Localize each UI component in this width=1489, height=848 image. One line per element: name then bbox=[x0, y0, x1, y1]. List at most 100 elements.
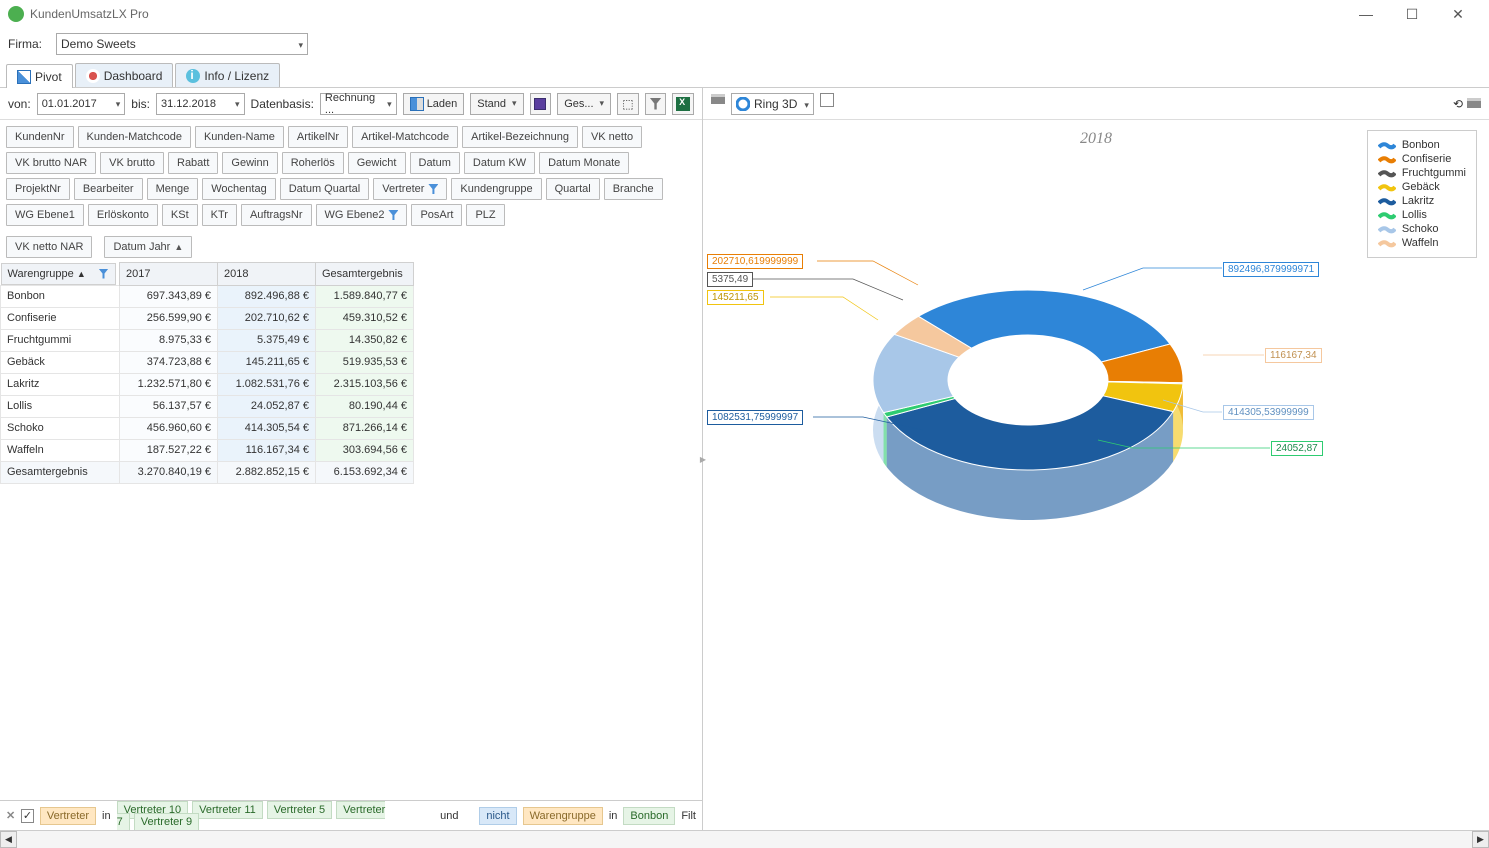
tab-dashboard[interactable]: Dashboard bbox=[75, 63, 174, 87]
legend-item: Waffeln bbox=[1378, 237, 1466, 249]
legend-item: Schoko bbox=[1378, 223, 1466, 235]
legend-swatch bbox=[1378, 210, 1396, 220]
field-gewinn[interactable]: Gewinn bbox=[222, 152, 277, 174]
dashboard-icon bbox=[86, 69, 100, 83]
toolbar-btn-a[interactable]: ⬚ bbox=[617, 93, 639, 115]
field-artikelnr[interactable]: ArtikelNr bbox=[288, 126, 348, 148]
col-total[interactable]: Gesamtergebnis bbox=[316, 263, 414, 286]
field-wg-ebene2[interactable]: WG Ebene2 bbox=[316, 204, 408, 226]
col-2018[interactable]: 2018 bbox=[218, 263, 316, 286]
chart-type-combo[interactable]: Ring 3D bbox=[731, 93, 814, 115]
chart-print2-button[interactable] bbox=[1467, 97, 1481, 111]
field-quartal[interactable]: Quartal bbox=[546, 178, 600, 200]
table-row[interactable]: Confiserie256.599,90 €202.710,62 €459.31… bbox=[1, 307, 414, 329]
laden-button[interactable]: Laden bbox=[403, 93, 465, 115]
table-row[interactable]: Bonbon697.343,89 €892.496,88 €1.589.840,… bbox=[1, 285, 414, 307]
field-projektnr[interactable]: ProjektNr bbox=[6, 178, 70, 200]
field-kst[interactable]: KSt bbox=[162, 204, 198, 226]
legend-item: Gebäck bbox=[1378, 181, 1466, 193]
row-field-header[interactable]: Warengruppe ▲ bbox=[1, 263, 116, 285]
field-roherlös[interactable]: Roherlös bbox=[282, 152, 344, 174]
chart-toolbar: Ring 3D ⟲ bbox=[703, 88, 1489, 120]
ges-button[interactable]: Ges... bbox=[557, 93, 611, 115]
table-row[interactable]: Schoko456.960,60 €414.305,54 €871.266,14… bbox=[1, 417, 414, 439]
measure-field[interactable]: VK netto NAR bbox=[6, 236, 92, 258]
filter-clear-button[interactable]: ✕ bbox=[6, 809, 15, 822]
filter-in-2: in bbox=[609, 810, 618, 822]
filter-value-wg[interactable]: Bonbon bbox=[623, 807, 675, 825]
excel-export-button[interactable] bbox=[672, 93, 694, 115]
field-artikel-bezeichnung[interactable]: Artikel-Bezeichnung bbox=[462, 126, 578, 148]
von-date-input[interactable]: 01.01.2017 bbox=[37, 93, 126, 115]
save-button[interactable] bbox=[530, 93, 552, 115]
field-datum-quartal[interactable]: Datum Quartal bbox=[280, 178, 370, 200]
pivot-table: Warengruppe ▲ 2017 2018 Gesamtergebnis B… bbox=[0, 262, 702, 800]
field-wochentag[interactable]: Wochentag bbox=[202, 178, 275, 200]
field-vk-brutto[interactable]: VK brutto bbox=[100, 152, 164, 174]
field-vk-brutto-nar[interactable]: VK brutto NAR bbox=[6, 152, 96, 174]
field-auftragsnr[interactable]: AuftragsNr bbox=[241, 204, 312, 226]
filter-value[interactable]: Vertreter 9 bbox=[134, 813, 199, 831]
filter-nicht[interactable]: nicht bbox=[479, 807, 516, 825]
field-ktr[interactable]: KTr bbox=[202, 204, 237, 226]
chart-checkbox[interactable] bbox=[820, 93, 834, 107]
label-lollis: 24052,87 bbox=[1271, 441, 1323, 456]
datenbasis-combo[interactable]: Rechnung ... bbox=[320, 93, 397, 115]
table-row[interactable]: Lakritz1.232.571,80 €1.082.531,76 €2.315… bbox=[1, 373, 414, 395]
field-datum-monate[interactable]: Datum Monate bbox=[539, 152, 629, 174]
filter-checkbox[interactable]: ✓ bbox=[21, 809, 34, 823]
minimize-button[interactable]: — bbox=[1343, 0, 1389, 28]
filter-value[interactable]: Vertreter 11 bbox=[192, 801, 263, 819]
field-posart[interactable]: PosArt bbox=[411, 204, 462, 226]
field-vk-netto[interactable]: VK netto bbox=[582, 126, 642, 148]
right-pane: ▶ Ring 3D ⟲ 2018 BonbonConfiserieFruchtg… bbox=[703, 88, 1489, 830]
field-artikel-matchcode[interactable]: Artikel-Matchcode bbox=[352, 126, 458, 148]
field-gewicht[interactable]: Gewicht bbox=[348, 152, 406, 174]
field-kundennr[interactable]: KundenNr bbox=[6, 126, 74, 148]
filter-source-2[interactable]: Warengruppe bbox=[523, 807, 603, 825]
field-kundengruppe[interactable]: Kundengruppe bbox=[451, 178, 541, 200]
chart-print-button[interactable] bbox=[711, 93, 725, 115]
column-field[interactable]: Datum Jahr ▲ bbox=[104, 236, 192, 258]
stand-button[interactable]: Stand bbox=[470, 93, 523, 115]
field-bearbeiter[interactable]: Bearbeiter bbox=[74, 178, 143, 200]
table-total-row: Gesamtergebnis3.270.840,19 €2.882.852,15… bbox=[1, 461, 414, 483]
filter-source-1[interactable]: Vertreter bbox=[40, 807, 96, 825]
field-rabatt[interactable]: Rabatt bbox=[168, 152, 218, 174]
col-2017[interactable]: 2017 bbox=[120, 263, 218, 286]
field-branche[interactable]: Branche bbox=[604, 178, 663, 200]
filter-bar: ✕ ✓ Vertreter in Vertreter 10Vertreter 1… bbox=[0, 800, 702, 830]
print-icon bbox=[1467, 98, 1481, 108]
table-row[interactable]: Gebäck374.723,88 €145.211,65 €519.935,53… bbox=[1, 351, 414, 373]
tab-info[interactable]: Info / Lizenz bbox=[175, 63, 280, 87]
filter-button[interactable] bbox=[645, 93, 667, 115]
scroll-right-button[interactable]: ▶ bbox=[1472, 831, 1489, 848]
table-row[interactable]: Lollis56.137,57 €24.052,87 €80.190,44 € bbox=[1, 395, 414, 417]
info-icon bbox=[186, 69, 200, 83]
excel-icon bbox=[676, 97, 690, 111]
field-menge[interactable]: Menge bbox=[147, 178, 199, 200]
table-row[interactable]: Waffeln187.527,22 €116.167,34 €303.694,5… bbox=[1, 439, 414, 461]
field-erlöskonto[interactable]: Erlöskonto bbox=[88, 204, 158, 226]
table-row[interactable]: Fruchtgummi8.975,33 €5.375,49 €14.350,82… bbox=[1, 329, 414, 351]
firma-row: Firma: Demo Sweets bbox=[0, 28, 1489, 60]
field-vertreter[interactable]: Vertreter bbox=[373, 178, 447, 200]
field-wg-ebene1[interactable]: WG Ebene1 bbox=[6, 204, 84, 226]
field-kunden-matchcode[interactable]: Kunden-Matchcode bbox=[78, 126, 191, 148]
pivot-icon bbox=[17, 70, 31, 84]
field-plz[interactable]: PLZ bbox=[466, 204, 504, 226]
field-datum[interactable]: Datum bbox=[410, 152, 460, 174]
legend-item: Lakritz bbox=[1378, 195, 1466, 207]
tab-pivot[interactable]: Pivot bbox=[6, 64, 73, 88]
scroll-track[interactable] bbox=[17, 831, 1472, 848]
bis-date-input[interactable]: 31.12.2018 bbox=[156, 93, 245, 115]
firma-combo[interactable]: Demo Sweets bbox=[56, 33, 308, 55]
filter-value[interactable]: Vertreter 5 bbox=[267, 801, 332, 819]
field-kunden-name[interactable]: Kunden-Name bbox=[195, 126, 284, 148]
close-button[interactable]: ✕ bbox=[1435, 0, 1481, 28]
field-datum-kw[interactable]: Datum KW bbox=[464, 152, 535, 174]
maximize-button[interactable]: ☐ bbox=[1389, 0, 1435, 28]
scroll-left-button[interactable]: ◀ bbox=[0, 831, 17, 848]
horizontal-scrollbar[interactable]: ◀ ▶ bbox=[0, 830, 1489, 848]
chart-rotate-button[interactable]: ⟲ bbox=[1453, 97, 1463, 111]
